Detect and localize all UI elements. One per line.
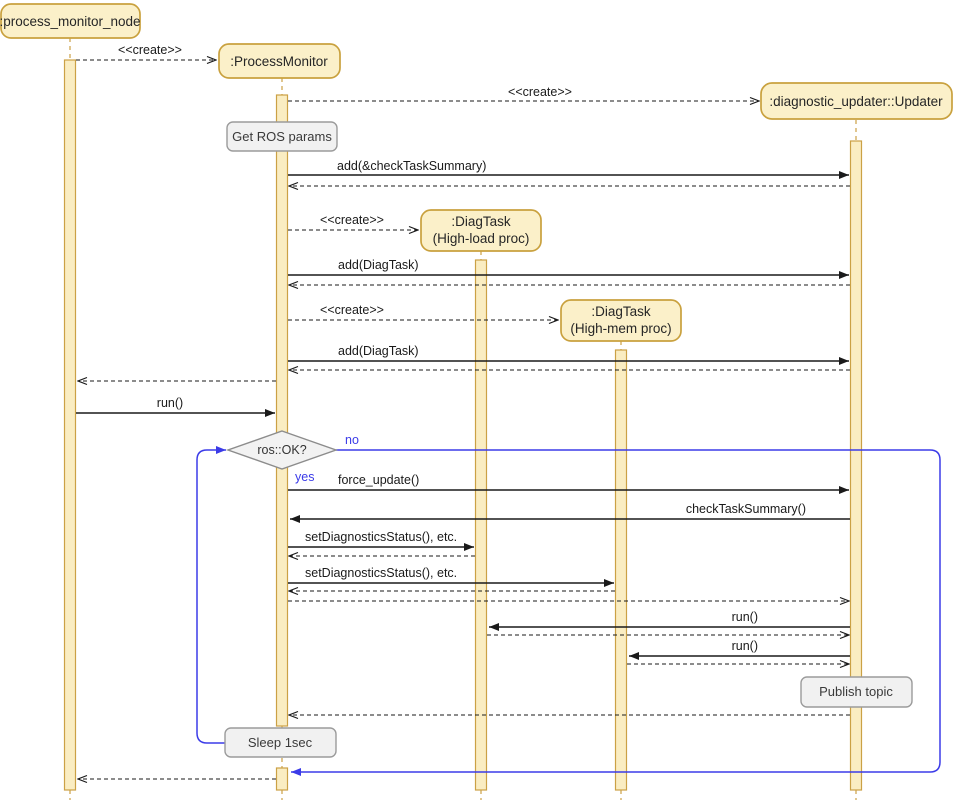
condition-label: ros::OK? <box>257 443 306 457</box>
sequence-diagram-canvas: :process_monitor_node :ProcessMonitor :d… <box>0 0 954 802</box>
label-run-task-2: run() <box>732 639 758 653</box>
participant-label-diag-task-load-2: (High-load proc) <box>433 231 530 246</box>
participant-label-updater: :diagnostic_updater::Updater <box>769 94 943 109</box>
participant-label-diag-task-load-1: :DiagTask <box>451 214 511 229</box>
label-set-diag-status-1: setDiagnosticsStatus(), etc. <box>305 530 457 544</box>
label-add-diag-task-2: add(DiagTask) <box>338 344 419 358</box>
label-create-diag-task-mem: <<create>> <box>320 303 384 317</box>
note-label-sleep-1sec: Sleep 1sec <box>248 735 313 750</box>
activation-process-monitor <box>277 95 288 726</box>
label-create-process-monitor: <<create>> <box>118 43 182 57</box>
label-create-updater: <<create>> <box>508 85 572 99</box>
sequence-diagram: :process_monitor_node :ProcessMonitor :d… <box>0 0 954 802</box>
label-create-diag-task-load: <<create>> <box>320 213 384 227</box>
participant-label-diag-task-mem-1: :DiagTask <box>591 304 651 319</box>
label-add-check-task-summary: add(&checkTaskSummary) <box>337 159 486 173</box>
participant-label-process-monitor: :ProcessMonitor <box>230 54 328 69</box>
label-run-main: run() <box>157 396 183 410</box>
participant-label-diag-task-mem-2: (High-mem proc) <box>570 321 671 336</box>
message-labels: <<create>> <<create>> add(&checkTaskSumm… <box>118 43 806 653</box>
participant-label-process-monitor-node: :process_monitor_node <box>0 14 141 29</box>
note-label-get-ros-params: Get ROS params <box>232 129 332 144</box>
label-run-task-1: run() <box>732 610 758 624</box>
label-force-update: force_update() <box>338 473 419 487</box>
activation-process-monitor-node <box>65 60 76 790</box>
activation-diag-task-load <box>476 260 487 790</box>
label-add-diag-task-1: add(DiagTask) <box>338 258 419 272</box>
label-set-diag-status-2: setDiagnosticsStatus(), etc. <box>305 566 457 580</box>
activation-process-monitor-2 <box>277 768 288 790</box>
condition-no-label: no <box>345 433 359 447</box>
lifelines <box>70 38 856 800</box>
loop-back-line <box>197 450 226 743</box>
condition-yes-label: yes <box>295 470 314 484</box>
label-check-task-summary: checkTaskSummary() <box>686 502 806 516</box>
note-label-publish-topic: Publish topic <box>819 684 893 699</box>
loop-flow <box>197 450 940 772</box>
activation-diag-task-mem <box>616 350 627 790</box>
